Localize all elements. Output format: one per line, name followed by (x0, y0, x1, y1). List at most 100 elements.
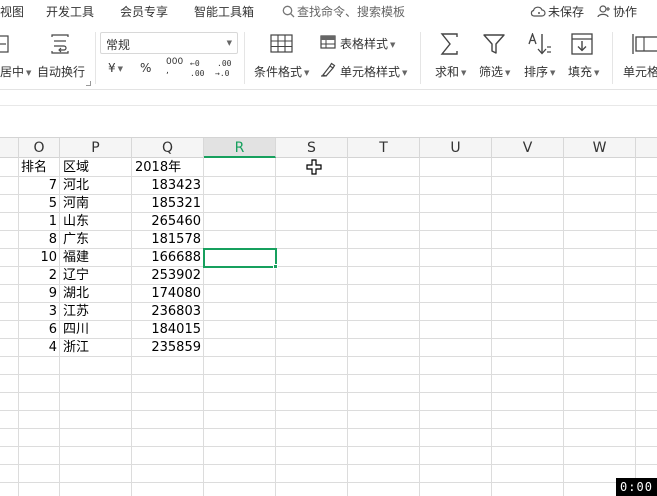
column-header-u[interactable]: U (420, 138, 492, 158)
filter-button[interactable]: 筛选 ▼ (479, 63, 510, 80)
cell-rank[interactable]: 8 (19, 231, 60, 249)
cell-header-rank[interactable]: 排名 (19, 159, 60, 177)
cell-value[interactable]: 236803 (132, 303, 204, 321)
cell-region[interactable]: 湖北 (60, 285, 132, 303)
cell-style-icon[interactable] (320, 62, 336, 77)
column-header-t[interactable]: T (348, 138, 420, 158)
cell-rank[interactable]: 6 (19, 321, 60, 339)
fill-icon[interactable] (571, 33, 593, 55)
table-style-button[interactable]: 表格样式 ▼ (340, 35, 395, 52)
chevron-down-icon: ▼ (550, 69, 556, 77)
cell-value[interactable]: 184015 (132, 321, 204, 339)
column-header-s[interactable]: S (276, 138, 348, 158)
cell-rank[interactable]: 3 (19, 303, 60, 321)
cell-button[interactable]: 单元格 (623, 63, 657, 80)
merge-center-label: 居中 (0, 65, 25, 79)
cell-region[interactable]: 福建 (60, 249, 132, 267)
fill-label: 填充 (568, 65, 593, 79)
menu-developer-tools[interactable]: 开发工具 (46, 3, 94, 20)
sort-button[interactable]: 排序 ▼ (524, 63, 555, 80)
thousands-separator-button[interactable]: 000, (166, 58, 183, 76)
menu-smart-toolbox[interactable]: 智能工具箱 (194, 3, 254, 20)
fill-button[interactable]: 填充 ▼ (568, 63, 599, 80)
cell-rank[interactable]: 10 (19, 249, 60, 267)
chevron-down-icon: ▼ (594, 69, 600, 77)
currency-button[interactable]: ¥ ▼ (108, 61, 123, 75)
sum-icon[interactable] (440, 33, 460, 55)
chevron-down-icon: ▼ (304, 69, 310, 77)
cell-region[interactable]: 辽宁 (60, 267, 132, 285)
cell-region[interactable]: 浙江 (60, 339, 132, 357)
cell-value[interactable]: 181578 (132, 231, 204, 249)
sort-icon[interactable] (528, 33, 552, 55)
grid-row-line (0, 410, 657, 411)
cell-value[interactable]: 265460 (132, 213, 204, 231)
column-header-q[interactable]: Q (132, 138, 204, 158)
command-search[interactable]: 查找命令、搜索模板 (282, 3, 405, 20)
cell-value[interactable]: 235859 (132, 339, 204, 357)
collab-label: 协作 (613, 5, 638, 19)
increase-decimal-icon[interactable]: ←0.00 (189, 57, 209, 79)
cell-region[interactable]: 河北 (60, 177, 132, 195)
fill-handle[interactable] (273, 264, 278, 269)
sum-button[interactable]: 求和 ▼ (435, 63, 466, 80)
cell-rank[interactable]: 4 (19, 339, 60, 357)
chevron-down-icon: ▼ (402, 69, 408, 77)
cell-rank[interactable]: 9 (19, 285, 60, 303)
cell-region[interactable]: 四川 (60, 321, 132, 339)
cell-header-region[interactable]: 区域 (60, 159, 132, 177)
filter-icon[interactable] (483, 33, 505, 55)
grid-row-line (0, 428, 657, 429)
cell-style-button[interactable]: 单元格样式 ▼ (340, 63, 407, 80)
table-style-icon[interactable] (320, 35, 336, 49)
conditional-format-button[interactable]: 条件格式 ▼ (254, 63, 309, 80)
wrap-text-icon[interactable] (49, 34, 71, 54)
column-header-v[interactable]: V (492, 138, 564, 158)
column-header-w[interactable]: W (564, 138, 636, 158)
cell-rank[interactable]: 7 (19, 177, 60, 195)
ribbon-toolbar: 居中 ▼ 自动换行 常规 ▼ ¥ ▼ % 000, ←0.00 .00 →.0 条件格… (0, 24, 657, 90)
merge-center-icon[interactable] (0, 34, 10, 54)
grid-row-line (0, 446, 657, 447)
cell-region[interactable]: 河南 (60, 195, 132, 213)
column-header-o[interactable]: O (19, 138, 60, 158)
cell-value[interactable]: 183423 (132, 177, 204, 195)
cell-rank[interactable]: 2 (19, 267, 60, 285)
cell-value[interactable]: 166688 (132, 249, 204, 267)
svg-text:.00: .00 (190, 69, 205, 78)
merge-center-button[interactable]: 居中 ▼ (0, 63, 31, 80)
cell-region[interactable]: 广东 (60, 231, 132, 249)
number-format-value: 常规 (106, 38, 131, 52)
chevron-down-icon: ▼ (390, 41, 396, 49)
decrease-decimal-icon[interactable]: .00→.0 (214, 57, 236, 79)
cell-rank[interactable]: 5 (19, 195, 60, 213)
cell-value[interactable]: 174080 (132, 285, 204, 303)
menu-member[interactable]: 会员专享 (120, 3, 168, 20)
formula-bar-area (0, 90, 657, 137)
cell-value[interactable]: 185321 (132, 195, 204, 213)
column-header-prev[interactable] (0, 138, 19, 158)
percent-button[interactable]: % (140, 61, 151, 75)
cell-rank[interactable]: 1 (19, 213, 60, 231)
wrap-text-button[interactable]: 自动换行 (37, 63, 85, 80)
menu-view[interactable]: 视图 (0, 3, 24, 20)
conditional-format-label: 条件格式 (254, 65, 303, 79)
column-headers: O P Q R S T U V W (0, 137, 657, 158)
chevron-down-icon: ▼ (226, 39, 232, 47)
cell-region[interactable]: 山东 (60, 213, 132, 231)
cell-region[interactable]: 江苏 (60, 303, 132, 321)
column-header-next[interactable] (636, 138, 657, 158)
column-header-r[interactable]: R (204, 138, 276, 158)
save-status[interactable]: 未保存 (530, 3, 584, 20)
cell-icon[interactable] (632, 34, 657, 54)
conditional-format-icon[interactable] (270, 34, 294, 54)
cell-value[interactable]: 253902 (132, 267, 204, 285)
chevron-down-icon: ▼ (461, 69, 467, 77)
alignment-dialog-launcher[interactable] (86, 81, 91, 86)
collab-button[interactable]: 协作 (597, 3, 637, 20)
spreadsheet-grid[interactable]: O P Q R S T U V W 排名 区域 2018年 7 河北 183423 5… (0, 137, 657, 496)
cell-header-year[interactable]: 2018年 (132, 159, 204, 177)
number-format-select[interactable]: 常规 ▼ (100, 32, 238, 54)
selected-cell-r6[interactable] (203, 248, 277, 268)
column-header-p[interactable]: P (60, 138, 132, 158)
